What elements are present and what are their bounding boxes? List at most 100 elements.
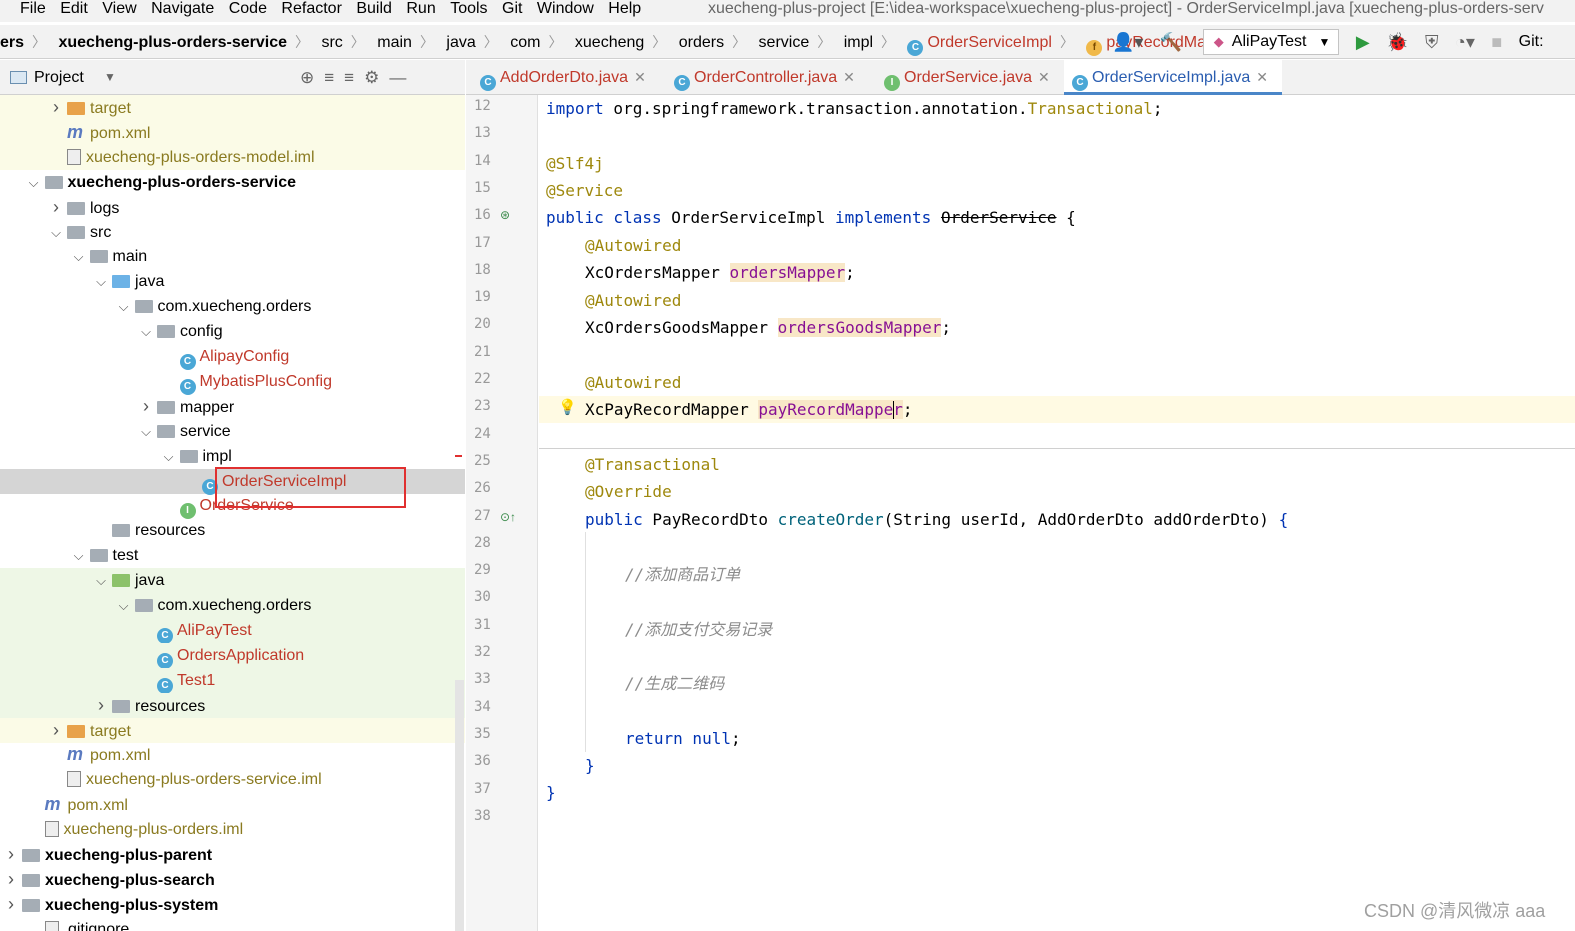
tree-item[interactable]: ⌵ com.xuecheng.orders: [0, 593, 465, 618]
tree-item[interactable]: m pom.xml: [0, 119, 465, 145]
menu-edit[interactable]: Edit: [60, 0, 88, 18]
tree-item[interactable]: ⌵ src: [0, 220, 465, 245]
tree-item[interactable]: C OrdersApplication: [0, 642, 465, 669]
project-panel-title[interactable]: Project: [34, 60, 84, 95]
tree-item[interactable]: ⌵ config: [0, 319, 465, 344]
chevron-right-icon[interactable]: ›: [139, 394, 153, 419]
chevron-down-icon[interactable]: ⌵: [27, 170, 41, 195]
breadcrumb-item[interactable]: src: [321, 26, 342, 58]
chevron-down-icon[interactable]: ⌵: [162, 444, 176, 469]
chevron-down-icon[interactable]: ⌵: [139, 319, 153, 344]
implements-method-icon[interactable]: ⊙↑: [500, 510, 516, 524]
breadcrumb-item[interactable]: service: [759, 26, 810, 58]
menu-view[interactable]: View: [102, 0, 136, 18]
menu-git[interactable]: Git: [502, 0, 522, 18]
chevron-down-icon[interactable]: ⌵: [72, 244, 86, 269]
tab-orderservice[interactable]: I OrderService.java ✕: [876, 60, 1062, 95]
breadcrumb-item[interactable]: xuecheng: [575, 26, 644, 58]
tree-item[interactable]: ⌵ main: [0, 244, 465, 269]
tree-item[interactable]: C AliPayTest: [0, 617, 465, 644]
chevron-down-icon[interactable]: ▼: [104, 60, 116, 95]
spring-bean-icon[interactable]: ⊛: [500, 208, 510, 222]
chevron-down-icon[interactable]: ⌵: [72, 543, 86, 568]
tree-item[interactable]: › resources: [0, 692, 465, 718]
chevron-right-icon[interactable]: ›: [4, 842, 18, 867]
tree-item[interactable]: ⌵ impl: [0, 444, 465, 469]
tree-item[interactable]: ⌵ com.xuecheng.orders: [0, 294, 465, 319]
breadcrumb-item[interactable]: impl: [844, 26, 873, 58]
locate-icon[interactable]: ⊕: [300, 68, 324, 87]
menu-build[interactable]: Build: [356, 0, 392, 18]
close-icon[interactable]: ✕: [843, 69, 855, 85]
tree-item[interactable]: › target: [0, 95, 465, 120]
run-icon[interactable]: ▶: [1356, 25, 1370, 58]
tree-item[interactable]: C AlipayConfig: [0, 344, 465, 370]
tree-item[interactable]: › target: [0, 717, 465, 743]
chevron-right-icon[interactable]: ›: [94, 693, 108, 718]
breadcrumb-item[interactable]: OrderServiceImpl: [927, 26, 1051, 58]
chevron-right-icon[interactable]: ›: [49, 195, 63, 220]
breadcrumb-item[interactable]: main: [377, 26, 412, 58]
menu-window[interactable]: Window: [537, 0, 594, 18]
close-icon[interactable]: ✕: [634, 69, 646, 85]
chevron-down-icon[interactable]: ⌵: [94, 568, 108, 593]
tree-item[interactable]: › mapper: [0, 394, 465, 419]
menu-tools[interactable]: Tools: [450, 0, 487, 18]
chevron-down-icon[interactable]: ⌵: [94, 269, 108, 294]
git-label[interactable]: Git:: [1519, 25, 1544, 58]
tree-item[interactable]: C OrderServiceImpl: [0, 468, 465, 495]
tree-item[interactable]: xuecheng-plus-orders-model.iml: [0, 144, 465, 170]
chevron-right-icon[interactable]: ›: [4, 867, 18, 892]
tree-item[interactable]: xuecheng-plus-orders.iml: [0, 817, 465, 842]
user-icon[interactable]: 👤▾: [1112, 25, 1143, 58]
tree-item[interactable]: m pom.xml: [0, 792, 465, 817]
menu-code[interactable]: Code: [229, 0, 267, 18]
profiler-icon[interactable]: ◔▾: [1455, 25, 1475, 58]
chevron-right-icon[interactable]: ›: [49, 718, 63, 743]
menu-navigate[interactable]: Navigate: [151, 0, 214, 18]
tree-item[interactable]: .gitignore: [0, 917, 465, 931]
tree-item[interactable]: ⌵ test: [0, 543, 465, 568]
tree-item[interactable]: › xuecheng-plus-system: [0, 892, 465, 917]
minimize-icon[interactable]: —: [389, 68, 416, 87]
run-configuration-select[interactable]: ◆ AliPayTest ▼: [1202, 29, 1340, 55]
lightbulb-icon[interactable]: 💡: [558, 398, 577, 416]
coverage-icon[interactable]: ⛨: [1425, 25, 1439, 58]
chevron-down-icon[interactable]: ⌵: [49, 220, 63, 245]
breadcrumb-item[interactable]: orders: [679, 26, 724, 58]
debug-icon[interactable]: 🐞: [1386, 25, 1408, 58]
tree-item[interactable]: ⌵ java: [0, 568, 465, 594]
tree-item[interactable]: resources: [0, 518, 465, 543]
tree-item[interactable]: C MybatisPlusConfig: [0, 369, 465, 395]
breadcrumb-item[interactable]: ers: [0, 26, 24, 58]
gear-icon[interactable]: ⚙: [364, 68, 389, 87]
collapse-all-icon[interactable]: ≡: [344, 68, 364, 87]
tree-item[interactable]: ⌵ java: [0, 269, 465, 294]
menu-run[interactable]: Run: [406, 0, 435, 18]
tree-item[interactable]: C Test1: [0, 667, 465, 694]
tab-orderserviceimpl[interactable]: C OrderServiceImpl.java ✕: [1064, 60, 1282, 95]
tree-item[interactable]: ⌵ service: [0, 419, 465, 444]
code-editor[interactable]: import org.springframework.transaction.a…: [539, 95, 1575, 931]
tab-ordercontroller[interactable]: C OrderController.java ✕: [666, 60, 874, 95]
close-icon[interactable]: ✕: [1038, 69, 1050, 85]
chevron-down-icon[interactable]: ⌵: [139, 419, 153, 444]
tree-scrollbar[interactable]: [455, 680, 464, 931]
menu-refactor[interactable]: Refactor: [281, 0, 341, 18]
tree-item[interactable]: I OrderService: [0, 493, 465, 520]
stop-icon[interactable]: ■: [1491, 25, 1502, 58]
build-hammer-icon[interactable]: 🔨: [1160, 25, 1182, 58]
tree-item[interactable]: › xuecheng-plus-parent: [0, 842, 465, 867]
tree-item[interactable]: xuecheng-plus-orders-service.iml: [0, 767, 465, 792]
tree-item[interactable]: ⌵ xuecheng-plus-orders-service: [0, 170, 465, 195]
breadcrumb-item[interactable]: xuecheng-plus-orders-service: [58, 26, 287, 58]
close-icon[interactable]: ✕: [1256, 69, 1268, 85]
tree-item[interactable]: m pom.xml: [0, 742, 465, 767]
breadcrumb-item[interactable]: java: [446, 26, 475, 58]
breadcrumb-item[interactable]: com: [510, 26, 540, 58]
expand-all-icon[interactable]: ≡: [324, 68, 344, 87]
tab-addorderdto[interactable]: C AddOrderDto.java ✕: [472, 60, 662, 95]
chevron-down-icon[interactable]: ⌵: [117, 294, 131, 319]
menu-help[interactable]: Help: [608, 0, 641, 18]
tree-item[interactable]: › xuecheng-plus-search: [0, 867, 465, 892]
